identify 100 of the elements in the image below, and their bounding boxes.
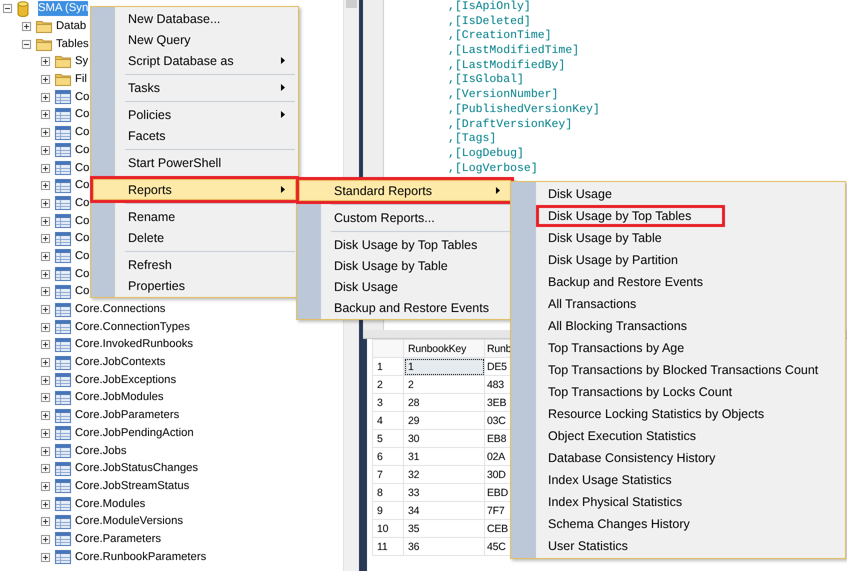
- plus-icon[interactable]: [41, 146, 50, 155]
- code-line: ,[IsDeleted]: [448, 14, 532, 30]
- tree-item[interactable]: Co: [75, 142, 90, 158]
- menu-item[interactable]: Disk Usage: [299, 276, 511, 297]
- plus-icon[interactable]: [41, 358, 50, 368]
- menu-item[interactable]: Reports: [93, 179, 296, 200]
- plus-icon[interactable]: [41, 393, 50, 402]
- plus-icon[interactable]: [41, 252, 50, 261]
- row-number: 11: [372, 538, 404, 556]
- plus-icon[interactable]: [41, 376, 50, 385]
- menu-item[interactable]: Policies: [93, 104, 296, 125]
- menu-item[interactable]: Disk Usage by Partition: [513, 249, 843, 271]
- minus-icon[interactable]: [3, 4, 12, 14]
- menu-item[interactable]: Properties: [93, 275, 296, 296]
- plus-icon[interactable]: [41, 464, 50, 474]
- menu-item[interactable]: Refresh: [93, 254, 296, 275]
- tree-item[interactable]: Core.ConnectionTypes: [75, 320, 190, 335]
- plus-icon[interactable]: [41, 411, 50, 420]
- table-icon: [55, 320, 71, 334]
- table-icon: [55, 444, 71, 458]
- table-icon: [55, 267, 71, 282]
- tree-item[interactable]: Core.JobParameters: [75, 408, 180, 424]
- menu-item[interactable]: All Blocking Transactions: [513, 315, 843, 337]
- tree-item[interactable]: Sy: [75, 54, 88, 70]
- plus-icon[interactable]: [41, 164, 50, 173]
- tree-item[interactable]: Co: [75, 248, 90, 264]
- tree-item[interactable]: Co: [75, 231, 90, 246]
- tree-item[interactable]: Co: [75, 178, 90, 194]
- menu-item[interactable]: Custom Reports...: [299, 207, 511, 228]
- menu-item[interactable]: Disk Usage by Top Tables: [513, 205, 843, 227]
- menu-item[interactable]: Facets: [93, 125, 296, 146]
- menu-item[interactable]: Script Database as: [93, 50, 296, 71]
- tree-item[interactable]: Core.JobPendingAction: [75, 426, 194, 441]
- tree-item[interactable]: Core.Parameters: [75, 532, 162, 547]
- plus-icon[interactable]: [41, 128, 50, 138]
- tree-item[interactable]: Core.ModuleVersions: [75, 514, 184, 530]
- plus-icon[interactable]: [41, 234, 50, 244]
- plus-icon[interactable]: [41, 305, 50, 314]
- menu-item[interactable]: New Query: [93, 29, 296, 50]
- menu-item[interactable]: Top Transactions by Age: [513, 337, 843, 359]
- menu-item[interactable]: Standard Reports: [299, 180, 511, 201]
- menu-item[interactable]: Delete: [93, 227, 296, 248]
- tree-item[interactable]: Core.JobContexts: [75, 355, 166, 370]
- tree-item[interactable]: Core.JobModules: [75, 390, 164, 406]
- tree-item[interactable]: Core.Modules: [75, 496, 146, 512]
- menu-item[interactable]: Disk Usage by Table: [513, 227, 843, 249]
- plus-icon[interactable]: [22, 22, 31, 32]
- tree-item[interactable]: Co: [75, 214, 90, 229]
- plus-icon[interactable]: [41, 446, 50, 456]
- tree-item[interactable]: Core.JobStatusChanges: [75, 461, 198, 476]
- plus-icon[interactable]: [41, 57, 50, 66]
- menu-item[interactable]: Rename: [93, 206, 296, 227]
- plus-icon[interactable]: [41, 92, 50, 102]
- tree-item[interactable]: Fil: [75, 72, 87, 88]
- tree-item[interactable]: Tables: [56, 36, 89, 52]
- plus-icon[interactable]: [41, 270, 50, 279]
- tree-item[interactable]: Co: [75, 107, 90, 122]
- plus-icon[interactable]: [41, 110, 50, 120]
- tree-item[interactable]: Co: [75, 125, 90, 140]
- tree-item[interactable]: Co: [75, 196, 90, 211]
- plus-icon[interactable]: [41, 428, 50, 438]
- tree-item[interactable]: Core.JobExceptions: [75, 372, 176, 388]
- tree-item[interactable]: Co: [75, 266, 90, 282]
- menu-item[interactable]: All Transactions: [513, 293, 843, 315]
- menu-item[interactable]: Disk Usage: [513, 183, 843, 205]
- menu-item[interactable]: Start PowerShell: [93, 152, 296, 173]
- tree-item[interactable]: Datab: [56, 19, 86, 34]
- plus-icon[interactable]: [41, 340, 50, 350]
- plus-icon[interactable]: [41, 534, 50, 544]
- plus-icon[interactable]: [41, 198, 50, 208]
- tree-item[interactable]: Core.Connections: [75, 302, 166, 318]
- menu-item[interactable]: Backup and Restore Events: [513, 271, 843, 293]
- tree-item[interactable]: Co: [75, 284, 90, 300]
- column-header[interactable]: RunbookKey: [404, 340, 484, 358]
- table-icon: [55, 462, 71, 476]
- code-line: ,[Tags]: [448, 132, 498, 147]
- plus-icon[interactable]: [41, 517, 50, 526]
- table-icon: [55, 338, 71, 352]
- tree-item[interactable]: Core.Jobs: [75, 444, 126, 459]
- plus-icon[interactable]: [41, 482, 50, 491]
- table-icon: [55, 126, 71, 140]
- minus-icon[interactable]: [22, 40, 31, 49]
- plus-icon[interactable]: [41, 181, 50, 190]
- plus-icon[interactable]: [41, 287, 50, 296]
- plus-icon[interactable]: [41, 552, 50, 562]
- plus-icon[interactable]: [41, 322, 50, 332]
- tree-item[interactable]: Co: [75, 90, 90, 105]
- tree-item[interactable]: Core.RunbookParameters: [75, 550, 206, 565]
- plus-icon[interactable]: [41, 500, 50, 509]
- menu-item[interactable]: New Database...: [93, 8, 296, 29]
- plus-icon[interactable]: [41, 216, 50, 226]
- menu-item[interactable]: Disk Usage by Table: [299, 255, 511, 276]
- tree-item[interactable]: Core.JobStreamStatus: [75, 478, 190, 494]
- menu-item[interactable]: Disk Usage by Top Tables: [299, 234, 511, 255]
- menu-item[interactable]: Backup and Restore Events: [299, 297, 511, 318]
- table-cell: 28: [404, 394, 484, 412]
- plus-icon[interactable]: [41, 75, 50, 84]
- menu-item[interactable]: Tasks: [93, 77, 296, 98]
- tree-item[interactable]: Core.InvokedRunbooks: [75, 337, 194, 352]
- tree-item[interactable]: Co: [75, 160, 90, 176]
